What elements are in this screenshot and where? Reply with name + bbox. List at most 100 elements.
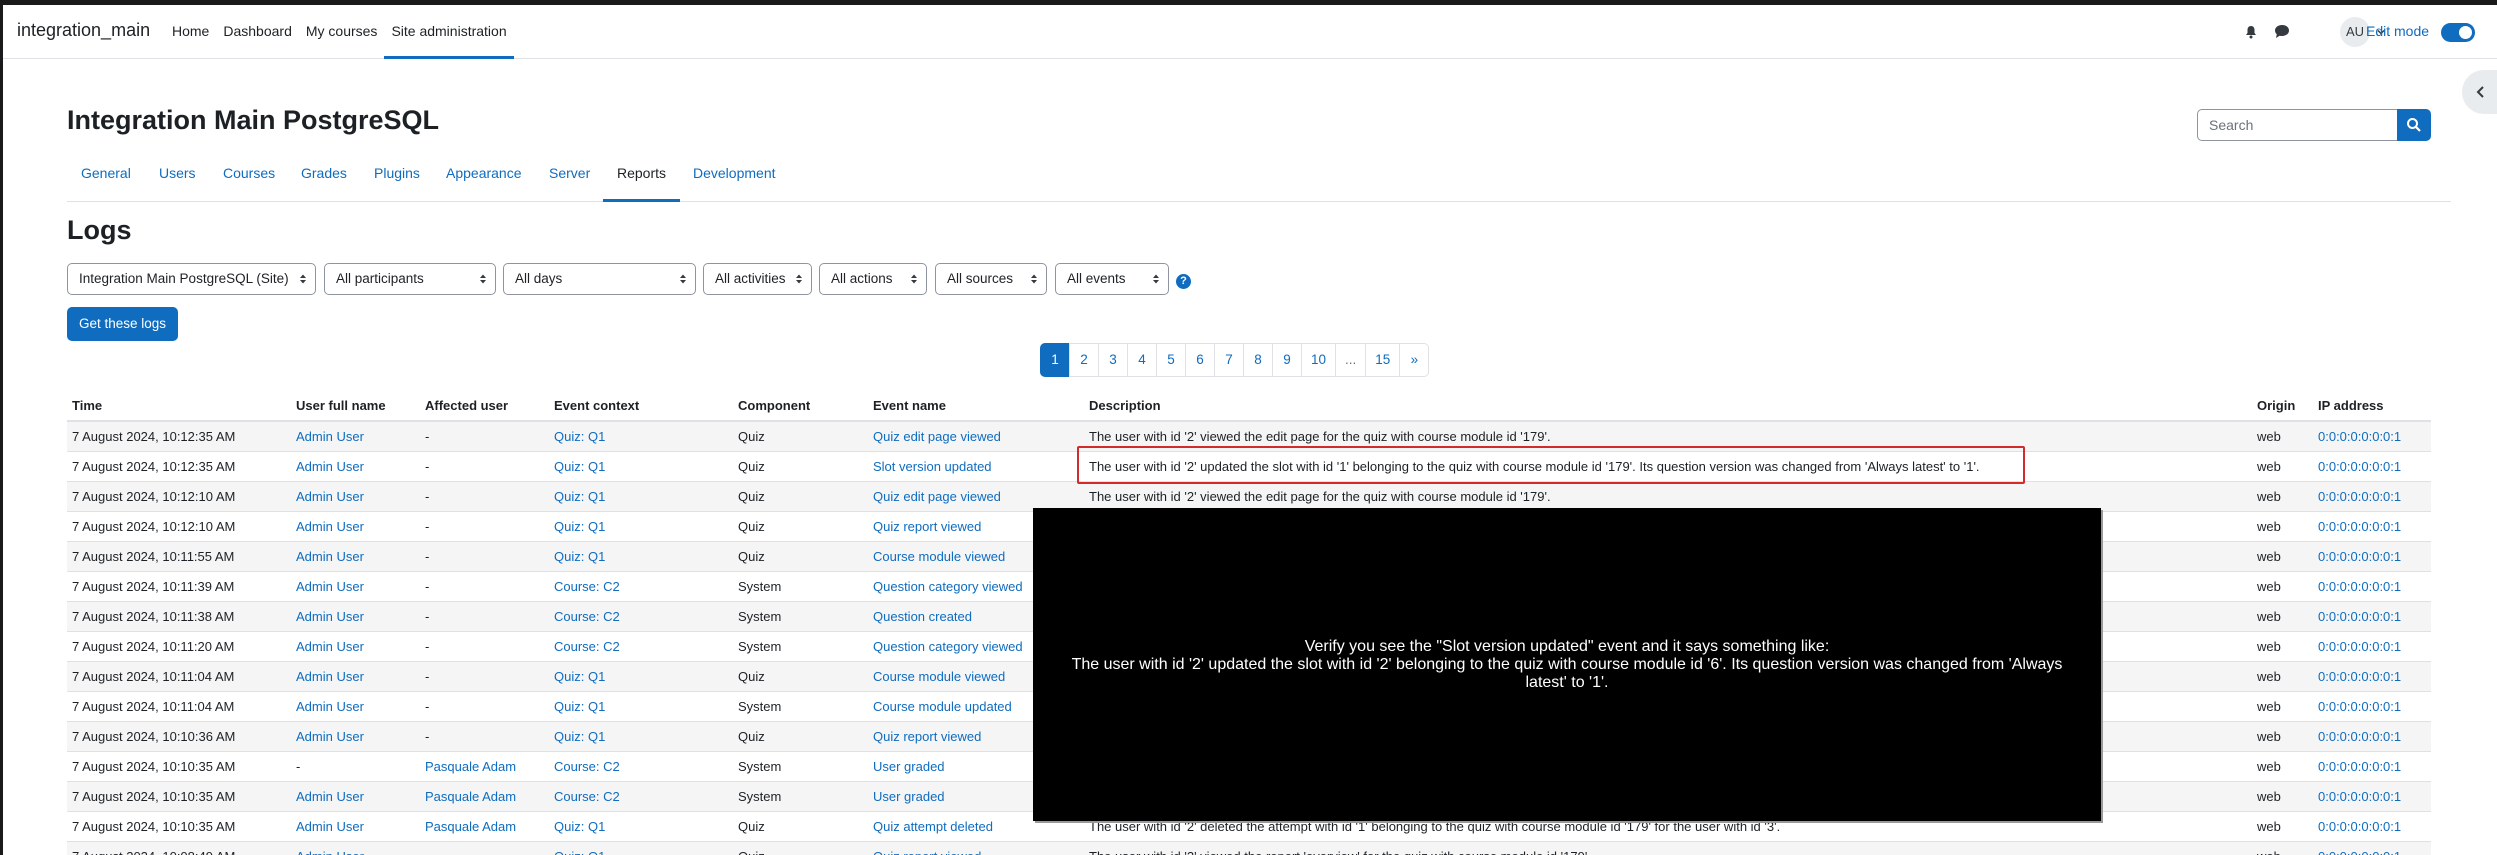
- cell-affected-user-link[interactable]: Pasquale Adam: [425, 789, 516, 804]
- cell-ip-address-link[interactable]: 0:0:0:0:0:0:0:1: [2318, 489, 2401, 504]
- page-link-7[interactable]: 7: [1214, 343, 1244, 377]
- activities-select[interactable]: All activities: [703, 263, 812, 295]
- cell-ip-address-link[interactable]: 0:0:0:0:0:0:0:1: [2318, 429, 2401, 444]
- cell-event-context-link[interactable]: Quiz: Q1: [554, 459, 605, 474]
- cell-event-context-link[interactable]: Quiz: Q1: [554, 429, 605, 444]
- tab-appearance[interactable]: Appearance: [432, 160, 536, 202]
- cell-ip-address-link[interactable]: 0:0:0:0:0:0:0:1: [2318, 669, 2401, 684]
- cell-event-context-link[interactable]: Course: C2: [554, 609, 620, 624]
- cell-event-name-link[interactable]: Quiz report viewed: [873, 729, 981, 744]
- cell-event-name-link[interactable]: Course module viewed: [873, 549, 1005, 564]
- cell-user-full-name-link[interactable]: Admin User: [296, 789, 364, 804]
- tab-reports[interactable]: Reports: [603, 160, 681, 202]
- nav-item-site-administration[interactable]: Site administration: [384, 5, 514, 59]
- events-select[interactable]: All events: [1055, 263, 1169, 295]
- tab-grades[interactable]: Grades: [287, 160, 361, 202]
- cell-event-name-link[interactable]: Quiz report viewed: [873, 519, 981, 534]
- cell-event-name-link[interactable]: Quiz edit page viewed: [873, 489, 1001, 504]
- tab-plugins[interactable]: Plugins: [360, 160, 434, 202]
- cell-event-name-link[interactable]: Quiz edit page viewed: [873, 429, 1001, 444]
- cell-event-context-link[interactable]: Quiz: Q1: [554, 519, 605, 534]
- cell-user-full-name-link[interactable]: Admin User: [296, 669, 364, 684]
- cell-event-name-link[interactable]: Question created: [873, 609, 972, 624]
- cell-ip-address-link[interactable]: 0:0:0:0:0:0:0:1: [2318, 819, 2401, 834]
- cell-ip-address-link[interactable]: 0:0:0:0:0:0:0:1: [2318, 849, 2401, 855]
- cell-affected-user-link[interactable]: Pasquale Adam: [425, 819, 516, 834]
- tab-courses[interactable]: Courses: [209, 160, 289, 202]
- participants-select[interactable]: All participants: [324, 263, 496, 295]
- page-link-4[interactable]: 4: [1127, 343, 1157, 377]
- cell-event-context-link[interactable]: Quiz: Q1: [554, 699, 605, 714]
- drawer-toggle-button[interactable]: [2462, 70, 2497, 114]
- messages-chat-icon[interactable]: [2274, 24, 2290, 39]
- cell-event-context-link[interactable]: Quiz: Q1: [554, 729, 605, 744]
- page-next-button[interactable]: »: [1399, 343, 1430, 377]
- cell-user-full-name-link[interactable]: Admin User: [296, 549, 364, 564]
- page-link-15[interactable]: 15: [1365, 343, 1401, 377]
- cell-event-name-link[interactable]: Quiz report viewed: [873, 849, 981, 855]
- cell-user-full-name-link[interactable]: Admin User: [296, 699, 364, 714]
- nav-item-dashboard[interactable]: Dashboard: [216, 5, 299, 59]
- page-link-5[interactable]: 5: [1156, 343, 1186, 377]
- cell-user-full-name-link[interactable]: Admin User: [296, 489, 364, 504]
- cell-ip-address-link[interactable]: 0:0:0:0:0:0:0:1: [2318, 579, 2401, 594]
- page-link-10[interactable]: 10: [1301, 343, 1337, 377]
- actions-select[interactable]: All actions: [819, 263, 927, 295]
- cell-event-name-link[interactable]: User graded: [873, 789, 945, 804]
- page-link-6[interactable]: 6: [1185, 343, 1215, 377]
- cell-event-name-link[interactable]: Course module updated: [873, 699, 1012, 714]
- cell-user-full-name-link[interactable]: Admin User: [296, 639, 364, 654]
- cell-event-name-link[interactable]: Slot version updated: [873, 459, 992, 474]
- cell-ip-address-link[interactable]: 0:0:0:0:0:0:0:1: [2318, 729, 2401, 744]
- page-link-2[interactable]: 2: [1069, 343, 1099, 377]
- cell-ip-address-link[interactable]: 0:0:0:0:0:0:0:1: [2318, 549, 2401, 564]
- cell-ip-address-link[interactable]: 0:0:0:0:0:0:0:1: [2318, 459, 2401, 474]
- cell-user-full-name-link[interactable]: Admin User: [296, 729, 364, 744]
- cell-event-name-link[interactable]: Quiz attempt deleted: [873, 819, 993, 834]
- cell-event-name-link[interactable]: Course module viewed: [873, 669, 1005, 684]
- tab-general[interactable]: General: [67, 160, 145, 202]
- cell-ip-address-link[interactable]: 0:0:0:0:0:0:0:1: [2318, 519, 2401, 534]
- cell-ip-address-link[interactable]: 0:0:0:0:0:0:0:1: [2318, 789, 2401, 804]
- cell-user-full-name-link[interactable]: Admin User: [296, 819, 364, 834]
- tab-server[interactable]: Server: [535, 160, 604, 202]
- sources-select[interactable]: All sources: [935, 263, 1047, 295]
- get-logs-button[interactable]: Get these logs: [67, 307, 178, 341]
- cell-user-full-name-link[interactable]: Admin User: [296, 429, 364, 444]
- cell-user-full-name-link[interactable]: Admin User: [296, 579, 364, 594]
- days-select[interactable]: All days: [503, 263, 696, 295]
- cell-ip-address-link[interactable]: 0:0:0:0:0:0:0:1: [2318, 699, 2401, 714]
- page-link-9[interactable]: 9: [1272, 343, 1302, 377]
- nav-item-my-courses[interactable]: My courses: [299, 5, 385, 59]
- cell-event-context-link[interactable]: Quiz: Q1: [554, 549, 605, 564]
- course-select[interactable]: Integration Main PostgreSQL (Site): [67, 263, 316, 295]
- page-link-3[interactable]: 3: [1098, 343, 1128, 377]
- cell-event-context-link[interactable]: Course: C2: [554, 639, 620, 654]
- cell-event-name-link[interactable]: Question category viewed: [873, 639, 1023, 654]
- tab-development[interactable]: Development: [679, 160, 790, 202]
- cell-event-context-link[interactable]: Course: C2: [554, 789, 620, 804]
- page-link-8[interactable]: 8: [1243, 343, 1273, 377]
- search-button[interactable]: [2397, 109, 2431, 141]
- cell-event-context-link[interactable]: Quiz: Q1: [554, 819, 605, 834]
- tab-users[interactable]: Users: [145, 160, 210, 202]
- site-brand[interactable]: integration_main: [17, 20, 150, 41]
- cell-event-context-link[interactable]: Quiz: Q1: [554, 489, 605, 504]
- cell-event-context-link[interactable]: Course: C2: [554, 579, 620, 594]
- help-icon[interactable]: ?: [1176, 274, 1191, 289]
- cell-event-name-link[interactable]: Question category viewed: [873, 579, 1023, 594]
- cell-user-full-name-link[interactable]: Admin User: [296, 849, 364, 855]
- cell-user-full-name-link[interactable]: Admin User: [296, 459, 364, 474]
- edit-mode-toggle[interactable]: [2441, 23, 2475, 42]
- page-link-1[interactable]: 1: [1040, 343, 1070, 377]
- cell-event-context-link[interactable]: Quiz: Q1: [554, 669, 605, 684]
- cell-user-full-name-link[interactable]: Admin User: [296, 519, 364, 534]
- cell-user-full-name-link[interactable]: Admin User: [296, 609, 364, 624]
- cell-event-name-link[interactable]: User graded: [873, 759, 945, 774]
- cell-ip-address-link[interactable]: 0:0:0:0:0:0:0:1: [2318, 639, 2401, 654]
- notifications-bell-icon[interactable]: [2244, 25, 2258, 39]
- nav-item-home[interactable]: Home: [165, 5, 216, 59]
- cell-event-context-link[interactable]: Course: C2: [554, 759, 620, 774]
- cell-event-context-link[interactable]: Quiz: Q1: [554, 849, 605, 855]
- cell-ip-address-link[interactable]: 0:0:0:0:0:0:0:1: [2318, 609, 2401, 624]
